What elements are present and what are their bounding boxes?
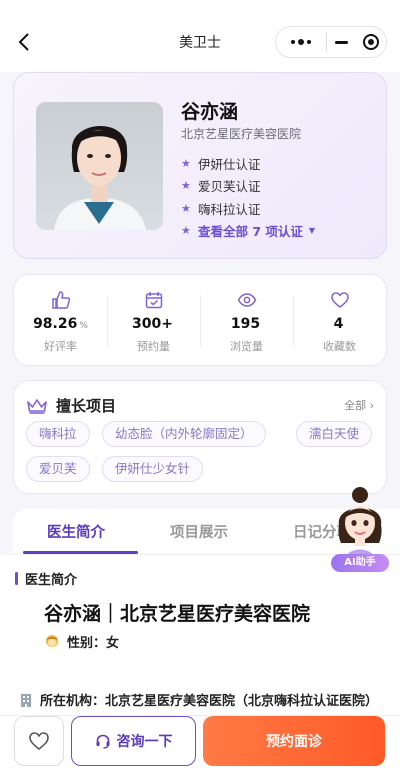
institution-row: 所在机构：北京艺星医疗美容医院（北京嗨科拉认证医院） bbox=[18, 690, 378, 709]
stat-value: 4 bbox=[333, 316, 344, 332]
star-icon: ★ bbox=[181, 179, 191, 193]
tab-project-showcase[interactable]: 项目展示 bbox=[170, 521, 228, 542]
stat-label: 预约量 bbox=[137, 340, 170, 353]
minimize-button[interactable] bbox=[327, 27, 357, 57]
certification-item: ★ 嗨科拉认证 bbox=[181, 201, 261, 217]
certification-item: ★ 爱贝芙认证 bbox=[181, 179, 261, 195]
headset-icon bbox=[96, 734, 109, 749]
stat-value: 300+ bbox=[132, 316, 173, 332]
eye-icon bbox=[237, 293, 256, 307]
intro-headline: 谷亦涵｜北京艺星医疗美容医院 bbox=[44, 603, 311, 625]
heart-icon bbox=[330, 292, 349, 308]
stat-bookings: 300+ 预约量 bbox=[107, 275, 200, 367]
star-icon: ★ bbox=[181, 156, 191, 170]
stat-rating: 98.26% 好评率 bbox=[14, 275, 107, 367]
mini-program-capsule bbox=[275, 26, 387, 58]
ai-assistant-badge: AI助手 bbox=[331, 554, 389, 572]
heart-outline-icon bbox=[29, 732, 49, 750]
more-menu-button[interactable] bbox=[276, 27, 326, 57]
tab-doctor-intro[interactable]: 医生简介 bbox=[47, 521, 105, 542]
top-nav-bar: 美卫士 bbox=[0, 0, 400, 72]
view-all-certifications-link[interactable]: ★ 查看全部 7 项认证 ▼ bbox=[181, 220, 315, 243]
close-circle-icon bbox=[363, 34, 380, 50]
skills-card: 擅长项目 全部 › 嗨科拉 幼态脸（内外轮廓固定） 濡白天使 爱贝芙 伊妍仕少女… bbox=[13, 380, 387, 494]
certification-item: ★ 伊妍仕认证 bbox=[181, 156, 261, 172]
favorite-button[interactable] bbox=[14, 716, 64, 766]
thumbs-up-icon bbox=[51, 291, 70, 309]
stats-card: 98.26% 好评率 300+ 预约量 195 浏览量 4 收藏数 bbox=[13, 274, 387, 366]
certification-list: ★ 伊妍仕认证 ★ 爱贝芙认证 ★ 嗨科拉认证 ★ 查看全部 7 项认证 ▼ bbox=[181, 152, 315, 242]
skills-header: 擅长项目 bbox=[26, 395, 116, 416]
doctor-profile-card: 谷亦涵 北京艺星医疗美容医院 ★ 伊妍仕认证 ★ 爱贝芙认证 ★ 嗨科拉认证 ★… bbox=[13, 72, 387, 259]
crown-icon bbox=[27, 398, 47, 414]
person-icon bbox=[46, 634, 58, 647]
skill-tag[interactable]: 濡白天使 bbox=[296, 421, 373, 447]
stat-favorites: 4 收藏数 bbox=[293, 275, 386, 367]
doctor-name: 谷亦涵 bbox=[181, 101, 239, 123]
section-title-bar bbox=[15, 572, 18, 585]
section-title: 医生简介 bbox=[15, 569, 77, 588]
book-consultation-button[interactable]: 预约面诊 bbox=[203, 716, 385, 766]
skill-tag[interactable]: 嗨科拉 bbox=[26, 421, 90, 447]
skills-title: 擅长项目 bbox=[56, 397, 117, 415]
stat-views: 195 浏览量 bbox=[200, 275, 293, 367]
consult-button[interactable]: 咨询一下 bbox=[71, 716, 196, 766]
close-button[interactable] bbox=[356, 27, 386, 57]
stat-label: 浏览量 bbox=[230, 340, 263, 353]
ai-assistant-avatar bbox=[338, 487, 382, 563]
doctor-photo bbox=[36, 102, 163, 230]
stat-value: 195 bbox=[230, 316, 261, 332]
ai-assistant-button[interactable]: AI助手 bbox=[325, 483, 395, 573]
stat-value: 98.26 bbox=[33, 316, 78, 332]
building-icon bbox=[21, 693, 31, 707]
skill-tag[interactable]: 爱贝芙 bbox=[26, 456, 90, 482]
bottom-action-bar: 咨询一下 预约面诊 bbox=[0, 715, 400, 773]
gender-row: 性别：女 bbox=[44, 632, 119, 651]
skills-all-link[interactable]: 全部 › bbox=[344, 397, 374, 413]
more-dots-icon bbox=[290, 39, 311, 45]
star-icon: ★ bbox=[181, 224, 191, 238]
skill-tag[interactable]: 幼态脸（内外轮廓固定） bbox=[102, 421, 266, 447]
calendar-check-icon bbox=[145, 292, 162, 309]
stat-label: 好评率 bbox=[44, 340, 77, 353]
caret-down-icon: ▼ bbox=[308, 226, 316, 236]
skill-tag[interactable]: 伊妍仕少女针 bbox=[102, 456, 204, 482]
minus-icon bbox=[334, 40, 348, 44]
doctor-intro-section: 医生简介 谷亦涵｜北京艺星医疗美容医院 性别：女 所在机构：北京艺星医疗美容医院… bbox=[0, 555, 400, 715]
stat-label: 收藏数 bbox=[323, 340, 356, 353]
stat-unit: % bbox=[79, 321, 88, 331]
doctor-hospital: 北京艺星医疗美容医院 bbox=[181, 127, 302, 141]
star-icon: ★ bbox=[181, 201, 191, 215]
